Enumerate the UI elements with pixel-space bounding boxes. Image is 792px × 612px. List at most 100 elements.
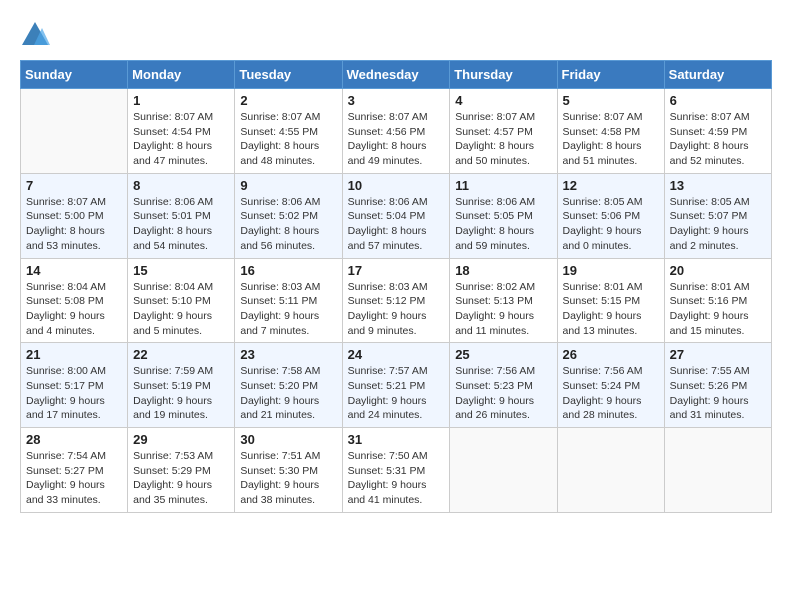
day-info: Sunrise: 7:55 AM Sunset: 5:26 PM Dayligh… [670, 364, 766, 423]
calendar-cell: 22 Sunrise: 7:59 AM Sunset: 5:19 PM Dayli… [128, 343, 235, 428]
weekday-header: Saturday [664, 61, 771, 89]
day-number: 2 [240, 93, 336, 108]
day-info: Sunrise: 8:06 AM Sunset: 5:04 PM Dayligh… [348, 195, 445, 254]
calendar-cell [664, 428, 771, 513]
day-number: 13 [670, 178, 766, 193]
day-number: 17 [348, 263, 445, 278]
day-number: 5 [563, 93, 659, 108]
calendar-cell: 5Sunrise: 8:07 AM Sunset: 4:58 PM Daylig… [557, 89, 664, 174]
day-info: Sunrise: 8:06 AM Sunset: 5:02 PM Dayligh… [240, 195, 336, 254]
calendar-row: 1Sunrise: 8:07 AM Sunset: 4:54 PM Daylig… [21, 89, 772, 174]
calendar-cell: 16 Sunrise: 8:03 AM Sunset: 5:11 PM Dayli… [235, 258, 342, 343]
day-number: 23 [240, 347, 336, 362]
calendar-cell: 11 Sunrise: 8:06 AM Sunset: 5:05 PM Dayli… [450, 173, 557, 258]
day-number: 3 [348, 93, 445, 108]
day-number: 30 [240, 432, 336, 447]
day-info: Sunrise: 8:03 AM Sunset: 5:11 PM Dayligh… [240, 280, 336, 339]
calendar-cell: 20 Sunrise: 8:01 AM Sunset: 5:16 PM Dayli… [664, 258, 771, 343]
calendar-cell: 18 Sunrise: 8:02 AM Sunset: 5:13 PM Dayli… [450, 258, 557, 343]
day-info: Sunrise: 8:07 AM Sunset: 4:55 PM Dayligh… [240, 110, 336, 169]
day-number: 21 [26, 347, 122, 362]
calendar-cell: 30 Sunrise: 7:51 AM Sunset: 5:30 PM Dayli… [235, 428, 342, 513]
day-info: Sunrise: 7:56 AM Sunset: 5:23 PM Dayligh… [455, 364, 551, 423]
calendar-cell: 24 Sunrise: 7:57 AM Sunset: 5:21 PM Dayli… [342, 343, 450, 428]
day-number: 24 [348, 347, 445, 362]
calendar-cell: 31 Sunrise: 7:50 AM Sunset: 5:31 PM Dayli… [342, 428, 450, 513]
day-info: Sunrise: 8:04 AM Sunset: 5:10 PM Dayligh… [133, 280, 229, 339]
day-number: 28 [26, 432, 122, 447]
day-number: 19 [563, 263, 659, 278]
day-info: Sunrise: 8:06 AM Sunset: 5:01 PM Dayligh… [133, 195, 229, 254]
calendar-cell: 7 Sunrise: 8:07 AM Sunset: 5:00 PM Daylig… [21, 173, 128, 258]
calendar-cell: 4Sunrise: 8:07 AM Sunset: 4:57 PM Daylig… [450, 89, 557, 174]
calendar-cell: 17 Sunrise: 8:03 AM Sunset: 5:12 PM Dayli… [342, 258, 450, 343]
day-number: 8 [133, 178, 229, 193]
day-number: 11 [455, 178, 551, 193]
day-number: 16 [240, 263, 336, 278]
day-number: 25 [455, 347, 551, 362]
day-info: Sunrise: 7:59 AM Sunset: 5:19 PM Dayligh… [133, 364, 229, 423]
day-number: 7 [26, 178, 122, 193]
day-number: 10 [348, 178, 445, 193]
day-info: Sunrise: 8:06 AM Sunset: 5:05 PM Dayligh… [455, 195, 551, 254]
day-info: Sunrise: 8:05 AM Sunset: 5:07 PM Dayligh… [670, 195, 766, 254]
calendar-cell: 29 Sunrise: 7:53 AM Sunset: 5:29 PM Dayli… [128, 428, 235, 513]
day-info: Sunrise: 7:56 AM Sunset: 5:24 PM Dayligh… [563, 364, 659, 423]
calendar-cell: 27 Sunrise: 7:55 AM Sunset: 5:26 PM Dayli… [664, 343, 771, 428]
day-info: Sunrise: 7:58 AM Sunset: 5:20 PM Dayligh… [240, 364, 336, 423]
calendar-cell: 28Sunrise: 7:54 AM Sunset: 5:27 PM Dayli… [21, 428, 128, 513]
day-info: Sunrise: 8:07 AM Sunset: 4:59 PM Dayligh… [670, 110, 766, 169]
day-info: Sunrise: 8:05 AM Sunset: 5:06 PM Dayligh… [563, 195, 659, 254]
calendar-cell: 23 Sunrise: 7:58 AM Sunset: 5:20 PM Dayli… [235, 343, 342, 428]
calendar-cell: 10 Sunrise: 8:06 AM Sunset: 5:04 PM Dayli… [342, 173, 450, 258]
calendar-cell: 21 Sunrise: 8:00 AM Sunset: 5:17 PM Dayli… [21, 343, 128, 428]
day-number: 14 [26, 263, 122, 278]
calendar-cell: 3 Sunrise: 8:07 AM Sunset: 4:56 PM Daylig… [342, 89, 450, 174]
day-number: 27 [670, 347, 766, 362]
day-info: Sunrise: 8:01 AM Sunset: 5:15 PM Dayligh… [563, 280, 659, 339]
day-info: Sunrise: 8:07 AM Sunset: 4:57 PM Dayligh… [455, 110, 551, 169]
day-info: Sunrise: 8:04 AM Sunset: 5:08 PM Dayligh… [26, 280, 122, 339]
day-info: Sunrise: 7:50 AM Sunset: 5:31 PM Dayligh… [348, 449, 445, 508]
calendar-cell: 26 Sunrise: 7:56 AM Sunset: 5:24 PM Dayli… [557, 343, 664, 428]
weekday-header: Sunday [21, 61, 128, 89]
day-number: 18 [455, 263, 551, 278]
calendar-row: 14 Sunrise: 8:04 AM Sunset: 5:08 PM Dayli… [21, 258, 772, 343]
day-info: Sunrise: 8:03 AM Sunset: 5:12 PM Dayligh… [348, 280, 445, 339]
day-info: Sunrise: 8:07 AM Sunset: 4:54 PM Dayligh… [133, 110, 229, 169]
calendar-row: 7 Sunrise: 8:07 AM Sunset: 5:00 PM Daylig… [21, 173, 772, 258]
calendar-cell [450, 428, 557, 513]
weekday-header: Tuesday [235, 61, 342, 89]
weekday-header-row: SundayMondayTuesdayWednesdayThursdayFrid… [21, 61, 772, 89]
weekday-header: Wednesday [342, 61, 450, 89]
weekday-header: Monday [128, 61, 235, 89]
weekday-header: Friday [557, 61, 664, 89]
page-header [20, 20, 772, 50]
calendar-cell: 1Sunrise: 8:07 AM Sunset: 4:54 PM Daylig… [128, 89, 235, 174]
day-number: 6 [670, 93, 766, 108]
day-info: Sunrise: 7:53 AM Sunset: 5:29 PM Dayligh… [133, 449, 229, 508]
day-number: 12 [563, 178, 659, 193]
day-info: Sunrise: 8:07 AM Sunset: 5:00 PM Dayligh… [26, 195, 122, 254]
calendar-table: SundayMondayTuesdayWednesdayThursdayFrid… [20, 60, 772, 513]
day-info: Sunrise: 8:07 AM Sunset: 4:56 PM Dayligh… [348, 110, 445, 169]
day-info: Sunrise: 7:51 AM Sunset: 5:30 PM Dayligh… [240, 449, 336, 508]
day-info: Sunrise: 8:00 AM Sunset: 5:17 PM Dayligh… [26, 364, 122, 423]
calendar-cell: 9 Sunrise: 8:06 AM Sunset: 5:02 PM Daylig… [235, 173, 342, 258]
day-number: 31 [348, 432, 445, 447]
day-number: 9 [240, 178, 336, 193]
day-number: 29 [133, 432, 229, 447]
day-info: Sunrise: 8:02 AM Sunset: 5:13 PM Dayligh… [455, 280, 551, 339]
calendar-cell [21, 89, 128, 174]
calendar-cell: 2 Sunrise: 8:07 AM Sunset: 4:55 PM Daylig… [235, 89, 342, 174]
day-number: 22 [133, 347, 229, 362]
calendar-cell: 15Sunrise: 8:04 AM Sunset: 5:10 PM Dayli… [128, 258, 235, 343]
day-info: Sunrise: 8:01 AM Sunset: 5:16 PM Dayligh… [670, 280, 766, 339]
calendar-cell: 8 Sunrise: 8:06 AM Sunset: 5:01 PM Daylig… [128, 173, 235, 258]
calendar-cell [557, 428, 664, 513]
calendar-cell: 14 Sunrise: 8:04 AM Sunset: 5:08 PM Dayli… [21, 258, 128, 343]
weekday-header: Thursday [450, 61, 557, 89]
day-info: Sunrise: 7:57 AM Sunset: 5:21 PM Dayligh… [348, 364, 445, 423]
day-number: 26 [563, 347, 659, 362]
day-number: 20 [670, 263, 766, 278]
